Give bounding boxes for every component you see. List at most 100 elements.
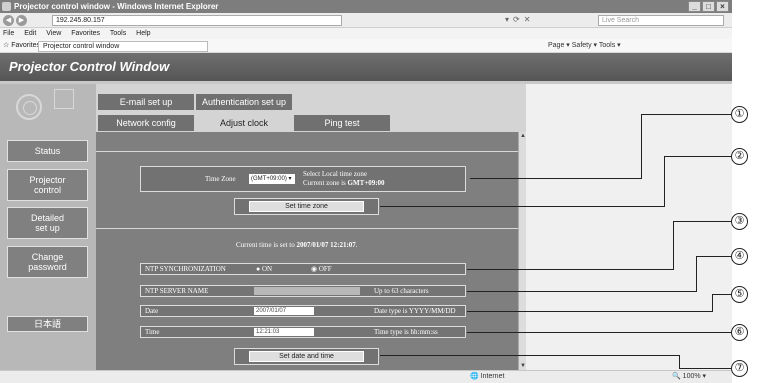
timezone-hint-prefix: Current zone is <box>303 179 348 187</box>
nav-change-password-button[interactable]: Change password <box>7 246 88 278</box>
callout-2-line <box>664 156 665 207</box>
callout-3-line <box>467 269 674 270</box>
callout-2-line <box>380 206 665 207</box>
menu-help[interactable]: Help <box>136 30 150 37</box>
menu-edit[interactable]: Edit <box>24 30 36 37</box>
callout-5: ⑤ <box>731 286 748 303</box>
ntp-server-input[interactable] <box>254 287 360 295</box>
timezone-select-value: (GMT+09:00) <box>251 176 287 182</box>
set-datetime-frame: Set date and time <box>234 348 379 365</box>
browser-tab[interactable]: Projector control window <box>38 41 208 52</box>
timezone-panel: Time Zone (GMT+09:00) ▾ Select Local tim… <box>140 166 466 192</box>
callout-6: ⑥ <box>731 324 748 341</box>
window-controls: _ □ × <box>688 1 729 12</box>
favorites-bar: ☆ Favorites Projector control window Pag… <box>0 39 732 53</box>
divider <box>96 228 518 229</box>
url-input[interactable]: 192.245.80.157 <box>52 15 342 26</box>
menu-file[interactable]: File <box>3 30 14 37</box>
callout-2-line <box>664 156 731 157</box>
window-titlebar: Projector control window - Windows Inter… <box>0 0 732 13</box>
tab-ping-test[interactable]: Ping test <box>294 115 390 131</box>
menu-view[interactable]: View <box>46 30 61 37</box>
date-row: Date 2007/01/07 Date type is YYYY/MM/DD <box>140 305 466 317</box>
screenshot: Projector control window - Windows Inter… <box>0 0 771 383</box>
callout-1-line <box>641 114 642 179</box>
callout-7-line <box>679 355 680 368</box>
ntp-sync-row: NTP SYNCHRONIZATION ● ON ◉ OFF <box>140 263 466 275</box>
callout-5-line <box>712 294 713 312</box>
tab-network-config[interactable]: Network config <box>98 115 194 131</box>
ntp-on-radio[interactable]: ● ON <box>256 264 272 274</box>
callout-1: ① <box>731 106 748 123</box>
ntp-off-label: OFF <box>318 265 332 273</box>
callout-2: ② <box>731 148 748 165</box>
ie-icon <box>2 2 11 11</box>
timezone-label: Time Zone <box>205 175 236 183</box>
logo-circle-icon <box>16 94 42 120</box>
current-time-prefix: Current time is set to <box>236 241 297 249</box>
divider <box>96 151 518 152</box>
callout-4-line <box>696 256 731 257</box>
set-datetime-button[interactable]: Set date and time <box>249 351 364 362</box>
tab-authentication-setup[interactable]: Authentication set up <box>196 94 292 110</box>
callout-5-line <box>467 311 713 312</box>
tab-adjust-clock[interactable]: Adjust clock <box>196 115 292 131</box>
callout-4: ④ <box>731 248 748 265</box>
callout-7-line <box>679 368 731 369</box>
callout-7: ⑦ <box>731 360 748 377</box>
forward-icon[interactable]: ▶ <box>16 15 27 26</box>
tab-email-setup[interactable]: E-mail set up <box>98 94 194 110</box>
callout-3: ③ <box>731 213 748 230</box>
scroll-up-icon[interactable]: ▲ <box>519 132 527 140</box>
logo-square-icon <box>54 89 74 109</box>
address-bar: ◀ ▶ 192.245.80.157 ▾⟳✕ Live Search <box>0 13 732 28</box>
ntp-server-row: NTP SERVER NAME Up to 63 characters <box>140 285 466 297</box>
close-button[interactable]: × <box>716 1 729 12</box>
nav-projector-control-button[interactable]: Projector control <box>7 169 88 201</box>
nav-status-label: Status <box>34 146 61 156</box>
favorites-label: Favorites <box>11 42 41 49</box>
callout-6-line <box>467 332 731 333</box>
callout-1-line <box>470 178 642 179</box>
command-bar[interactable]: Page ▾ Safety ▾ Tools ▾ <box>548 39 621 53</box>
window-title: Projector control window - Windows Inter… <box>14 2 219 11</box>
menu-favorites[interactable]: Favorites <box>71 30 100 37</box>
nav-status-button[interactable]: Status <box>7 140 88 162</box>
time-input[interactable]: 12:21:03 <box>254 328 314 336</box>
ntp-on-label: ON <box>261 265 273 273</box>
zoom-control[interactable]: 🔍 100% ▾ <box>672 371 706 383</box>
nav-projector-control-label: Projector control <box>29 175 66 195</box>
ntp-server-hint: Up to 63 characters <box>374 287 429 295</box>
time-hint: Time type is hh:mm:ss <box>374 328 438 336</box>
scroll-down-icon[interactable]: ▼ <box>519 362 527 370</box>
minimize-button[interactable]: _ <box>688 1 701 12</box>
nav-detailed-setup-button[interactable]: Detailed set up <box>7 207 88 239</box>
current-time-suffix: . <box>355 241 358 249</box>
callout-5-line <box>712 294 731 295</box>
current-zone-value: GMT+09:00 <box>347 179 385 187</box>
refresh-stop-icons[interactable]: ▾⟳✕ <box>505 15 534 24</box>
ntp-off-radio[interactable]: ◉ OFF <box>311 264 332 274</box>
set-timezone-frame: Set time zone <box>234 198 379 215</box>
scrollbar[interactable]: ▲ ▼ <box>518 132 526 370</box>
status-zone: 🌐 Internet <box>470 373 505 380</box>
date-label: Date <box>145 307 159 315</box>
set-timezone-button[interactable]: Set time zone <box>249 201 364 212</box>
timezone-hint-line1: Select Local time zone <box>303 170 367 178</box>
status-zone-label: Internet <box>480 373 505 380</box>
nav-language-label: 日本語 <box>33 319 61 329</box>
favorites-button[interactable]: ☆ Favorites <box>3 39 40 53</box>
maximize-button[interactable]: □ <box>702 1 715 12</box>
timezone-select[interactable]: (GMT+09:00) ▾ <box>249 174 295 184</box>
callout-4-line <box>467 291 697 292</box>
back-icon[interactable]: ◀ <box>3 15 14 26</box>
time-label: Time <box>145 328 160 336</box>
search-input[interactable]: Live Search <box>598 15 724 26</box>
nav-language-button[interactable]: 日本語 <box>7 316 88 332</box>
left-nav: Status Projector control Detailed set up… <box>0 84 96 370</box>
ntp-sync-label: NTP SYNCHRONIZATION <box>145 265 226 273</box>
date-input[interactable]: 2007/01/07 <box>254 307 314 315</box>
current-time-text: Current time is set to 2007/01/07 12:21:… <box>236 241 358 249</box>
callout-7-line <box>380 355 680 356</box>
menu-tools[interactable]: Tools <box>110 30 126 37</box>
